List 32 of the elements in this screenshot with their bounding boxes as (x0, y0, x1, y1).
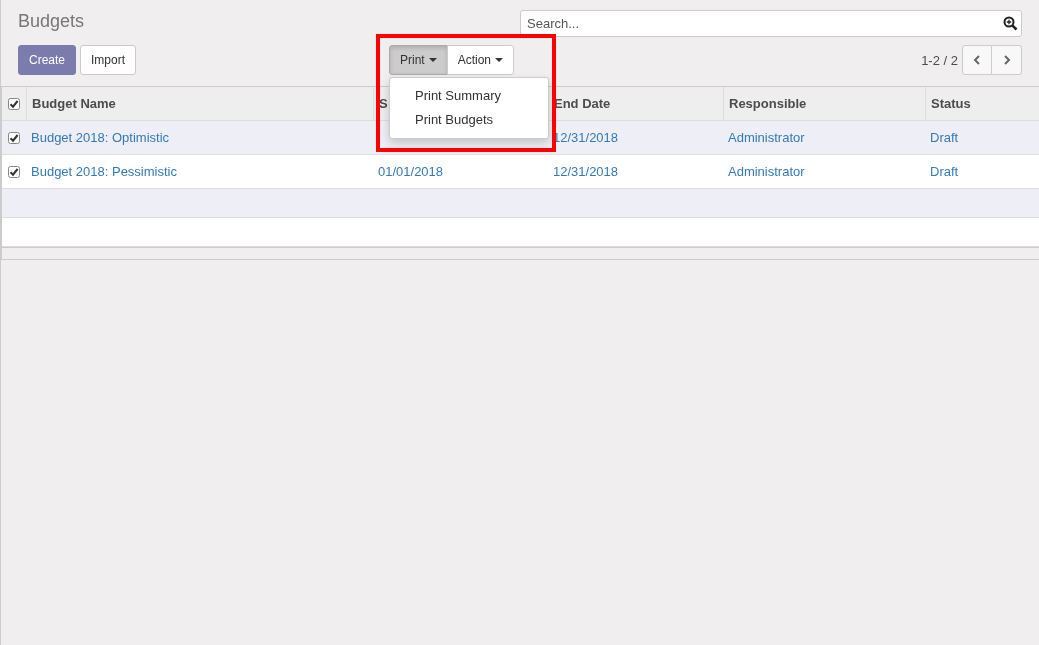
table-cell: 01/01/2018 (378, 164, 444, 179)
menu-button[interactable]: Action (446, 45, 515, 75)
create-button[interactable]: Create (18, 45, 77, 75)
checkbox[interactable] (8, 131, 20, 144)
table-cell: Administrator (728, 130, 805, 145)
column-header[interactable]: Budget Name (32, 96, 116, 111)
previous-button[interactable] (962, 45, 992, 75)
page-title: Budgets (18, 11, 85, 32)
chevron-right-icon (1002, 55, 1011, 65)
table-cell: Budget 2018: Optimistic (31, 130, 170, 145)
checkbox[interactable] (8, 97, 20, 110)
caret-icon (428, 58, 437, 62)
table-cell: Draft (930, 164, 959, 179)
table-cell: 12/31/2018 (553, 164, 619, 179)
table-cell: 12/31/2018 (553, 130, 619, 145)
search-icon (1003, 16, 1018, 31)
checkbox[interactable] (8, 165, 20, 178)
menu-item[interactable]: Print Budgets (390, 108, 548, 132)
table-cell: Administrator (728, 164, 805, 179)
column-header[interactable]: Status (931, 96, 971, 111)
chevron-left-icon (973, 55, 981, 65)
next-button[interactable] (992, 45, 1022, 75)
pager-range: 1-2 / 2 (921, 52, 958, 68)
table-cell: Budget 2018: Pessimistic (31, 164, 177, 179)
column-header[interactable]: S (379, 96, 388, 111)
search-field[interactable]: Search... (520, 10, 1022, 37)
table-cell: Draft (930, 130, 959, 145)
caret-icon (495, 58, 504, 62)
import-button[interactable]: Import (80, 45, 137, 75)
column-header[interactable]: Responsible (729, 96, 807, 111)
menu-button[interactable]: Print (389, 45, 448, 75)
menu-item[interactable]: Print Summary (390, 84, 548, 108)
